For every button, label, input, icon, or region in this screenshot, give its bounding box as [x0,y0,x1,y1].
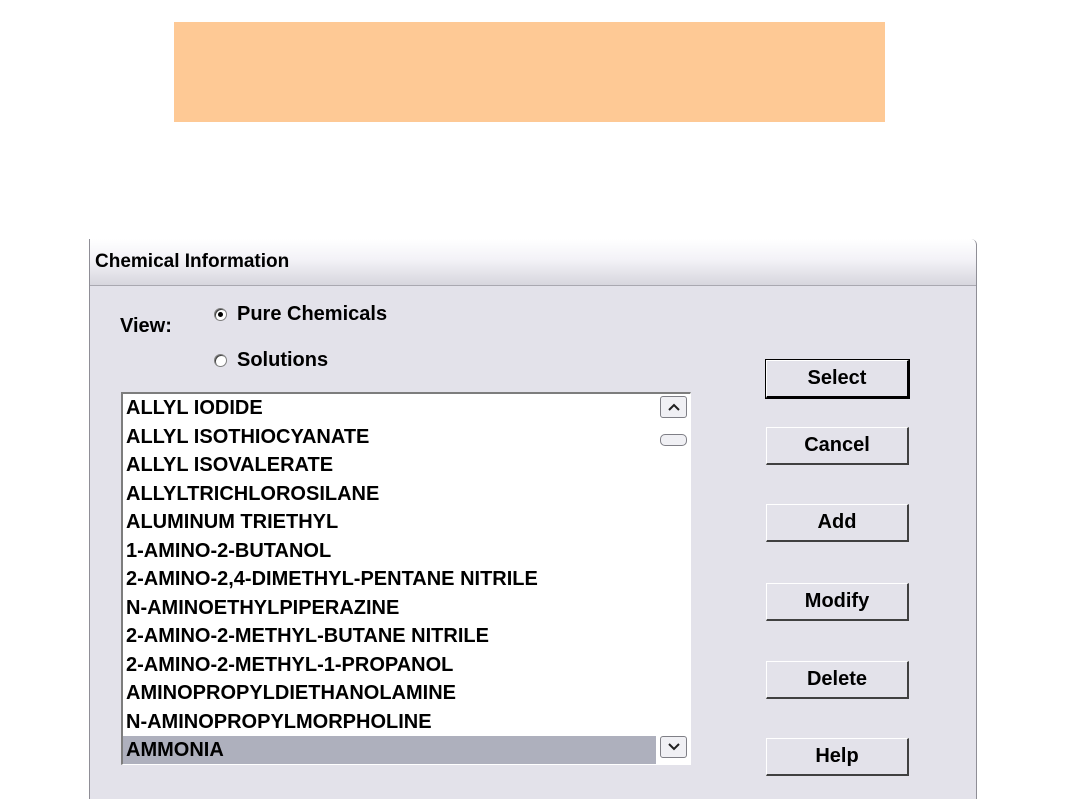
list-item[interactable]: ALLYLTRICHLOROSILANE [123,480,656,509]
delete-button[interactable]: Delete [766,661,909,699]
list-item[interactable]: ALLYL IODIDE [123,394,656,423]
chemical-information-dialog: Chemical Information View: Pure Chemical… [89,239,977,799]
radio-solutions[interactable]: Solutions [214,349,328,372]
add-button[interactable]: Add [766,504,909,542]
list-item[interactable]: ALLYL ISOTHIOCYANATE [123,423,656,452]
help-button[interactable]: Help [766,738,909,776]
radio-solutions-label: Solutions [237,349,329,371]
radio-selected-icon[interactable] [214,308,227,321]
list-item[interactable]: 2-AMINO-2,4-DIMETHYL-PENTANE NITRILE [123,565,656,594]
scroll-down-button[interactable] [660,736,687,758]
list-item[interactable]: ALUMINUM TRIETHYL [123,508,656,537]
cancel-button[interactable]: Cancel [766,427,909,465]
select-button[interactable]: Select [765,359,910,399]
list-scrollbar[interactable] [656,394,690,764]
view-label: View: [120,315,172,337]
chemical-list[interactable]: ALLYL IODIDE ALLYL ISOTHIOCYANATE ALLYL IS… [123,394,656,764]
list-item[interactable]: N-AMINOPROPYLMORPHOLINE [123,708,656,737]
top-banner [174,22,885,122]
chevron-up-icon [667,403,680,411]
scroll-thumb[interactable] [660,434,687,446]
list-item[interactable]: N-AMINOETHYLPIPERAZINE [123,594,656,623]
radio-unselected-icon[interactable] [214,354,227,367]
list-item[interactable]: 1-AMINO-2-BUTANOL [123,537,656,566]
modify-button[interactable]: Modify [766,583,909,621]
list-item[interactable]: 2-AMINO-2-METHYL-1-PROPANOL [123,651,656,680]
list-item[interactable]: 2-AMINO-2-METHYL-BUTANE NITRILE [123,622,656,651]
chemical-listbox[interactable]: ALLYL IODIDE ALLYL ISOTHIOCYANATE ALLYL IS… [121,392,691,765]
scroll-up-button[interactable] [660,396,687,418]
list-item[interactable]: AMINOPROPYLDIETHANOLAMINE [123,679,656,708]
chevron-down-icon [667,743,680,751]
radio-pure-chemicals[interactable]: Pure Chemicals [214,303,387,326]
list-item[interactable]: ALLYL ISOVALERATE [123,451,656,480]
radio-pure-chemicals-label: Pure Chemicals [237,303,388,325]
list-item[interactable]: AMMONIA [123,736,656,764]
window-title: Chemical Information [95,251,290,272]
title-bar[interactable]: Chemical Information [90,239,976,286]
